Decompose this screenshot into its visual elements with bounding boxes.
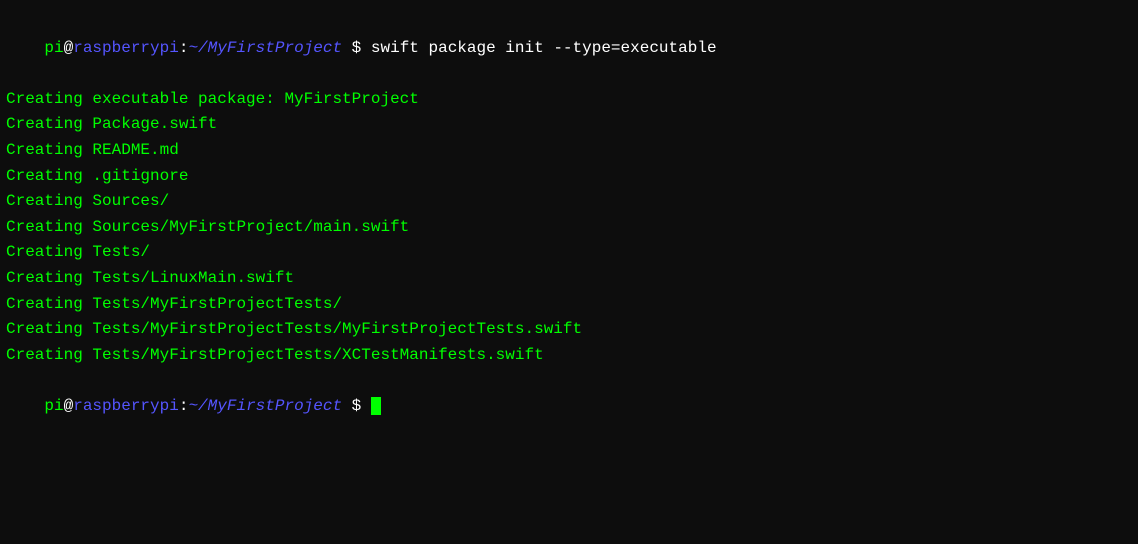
output-line-3: Creating README.md [6, 138, 1132, 164]
final-prompt-colon: : [179, 397, 189, 415]
final-prompt-dollar: $ [342, 397, 361, 415]
prompt-user: pi [44, 39, 63, 57]
output-line-10: Creating Tests/MyFirstProjectTests/MyFir… [6, 317, 1132, 343]
output-line-5: Creating Sources/ [6, 189, 1132, 215]
output-line-11: Creating Tests/MyFirstProjectTests/XCTes… [6, 343, 1132, 369]
prompt-colon: : [179, 39, 189, 57]
final-prompt-user: pi [44, 397, 63, 415]
output-line-9: Creating Tests/MyFirstProjectTests/ [6, 292, 1132, 318]
output-line-2: Creating Package.swift [6, 112, 1132, 138]
prompt-at: @ [64, 39, 74, 57]
output-line-8: Creating Tests/LinuxMain.swift [6, 266, 1132, 292]
final-prompt-line: pi@raspberrypi:~/MyFirstProject $ [6, 368, 1132, 445]
output-line-4: Creating .gitignore [6, 164, 1132, 190]
prompt-dollar: $ [342, 39, 361, 57]
output-line-7: Creating Tests/ [6, 240, 1132, 266]
final-prompt-path: ~/MyFirstProject [188, 397, 342, 415]
prompt-path: ~/MyFirstProject [188, 39, 342, 57]
final-prompt-host: raspberrypi [73, 397, 179, 415]
command-line: pi@raspberrypi:~/MyFirstProject $ swift … [6, 10, 1132, 87]
output-line-1: Creating executable package: MyFirstProj… [6, 87, 1132, 113]
prompt-command: swift package init --type=executable [361, 39, 716, 57]
output-line-6: Creating Sources/MyFirstProject/main.swi… [6, 215, 1132, 241]
prompt-host: raspberrypi [73, 39, 179, 57]
terminal-window: pi@raspberrypi:~/MyFirstProject $ swift … [0, 0, 1138, 544]
final-prompt-at: @ [64, 397, 74, 415]
terminal-cursor [371, 397, 381, 415]
